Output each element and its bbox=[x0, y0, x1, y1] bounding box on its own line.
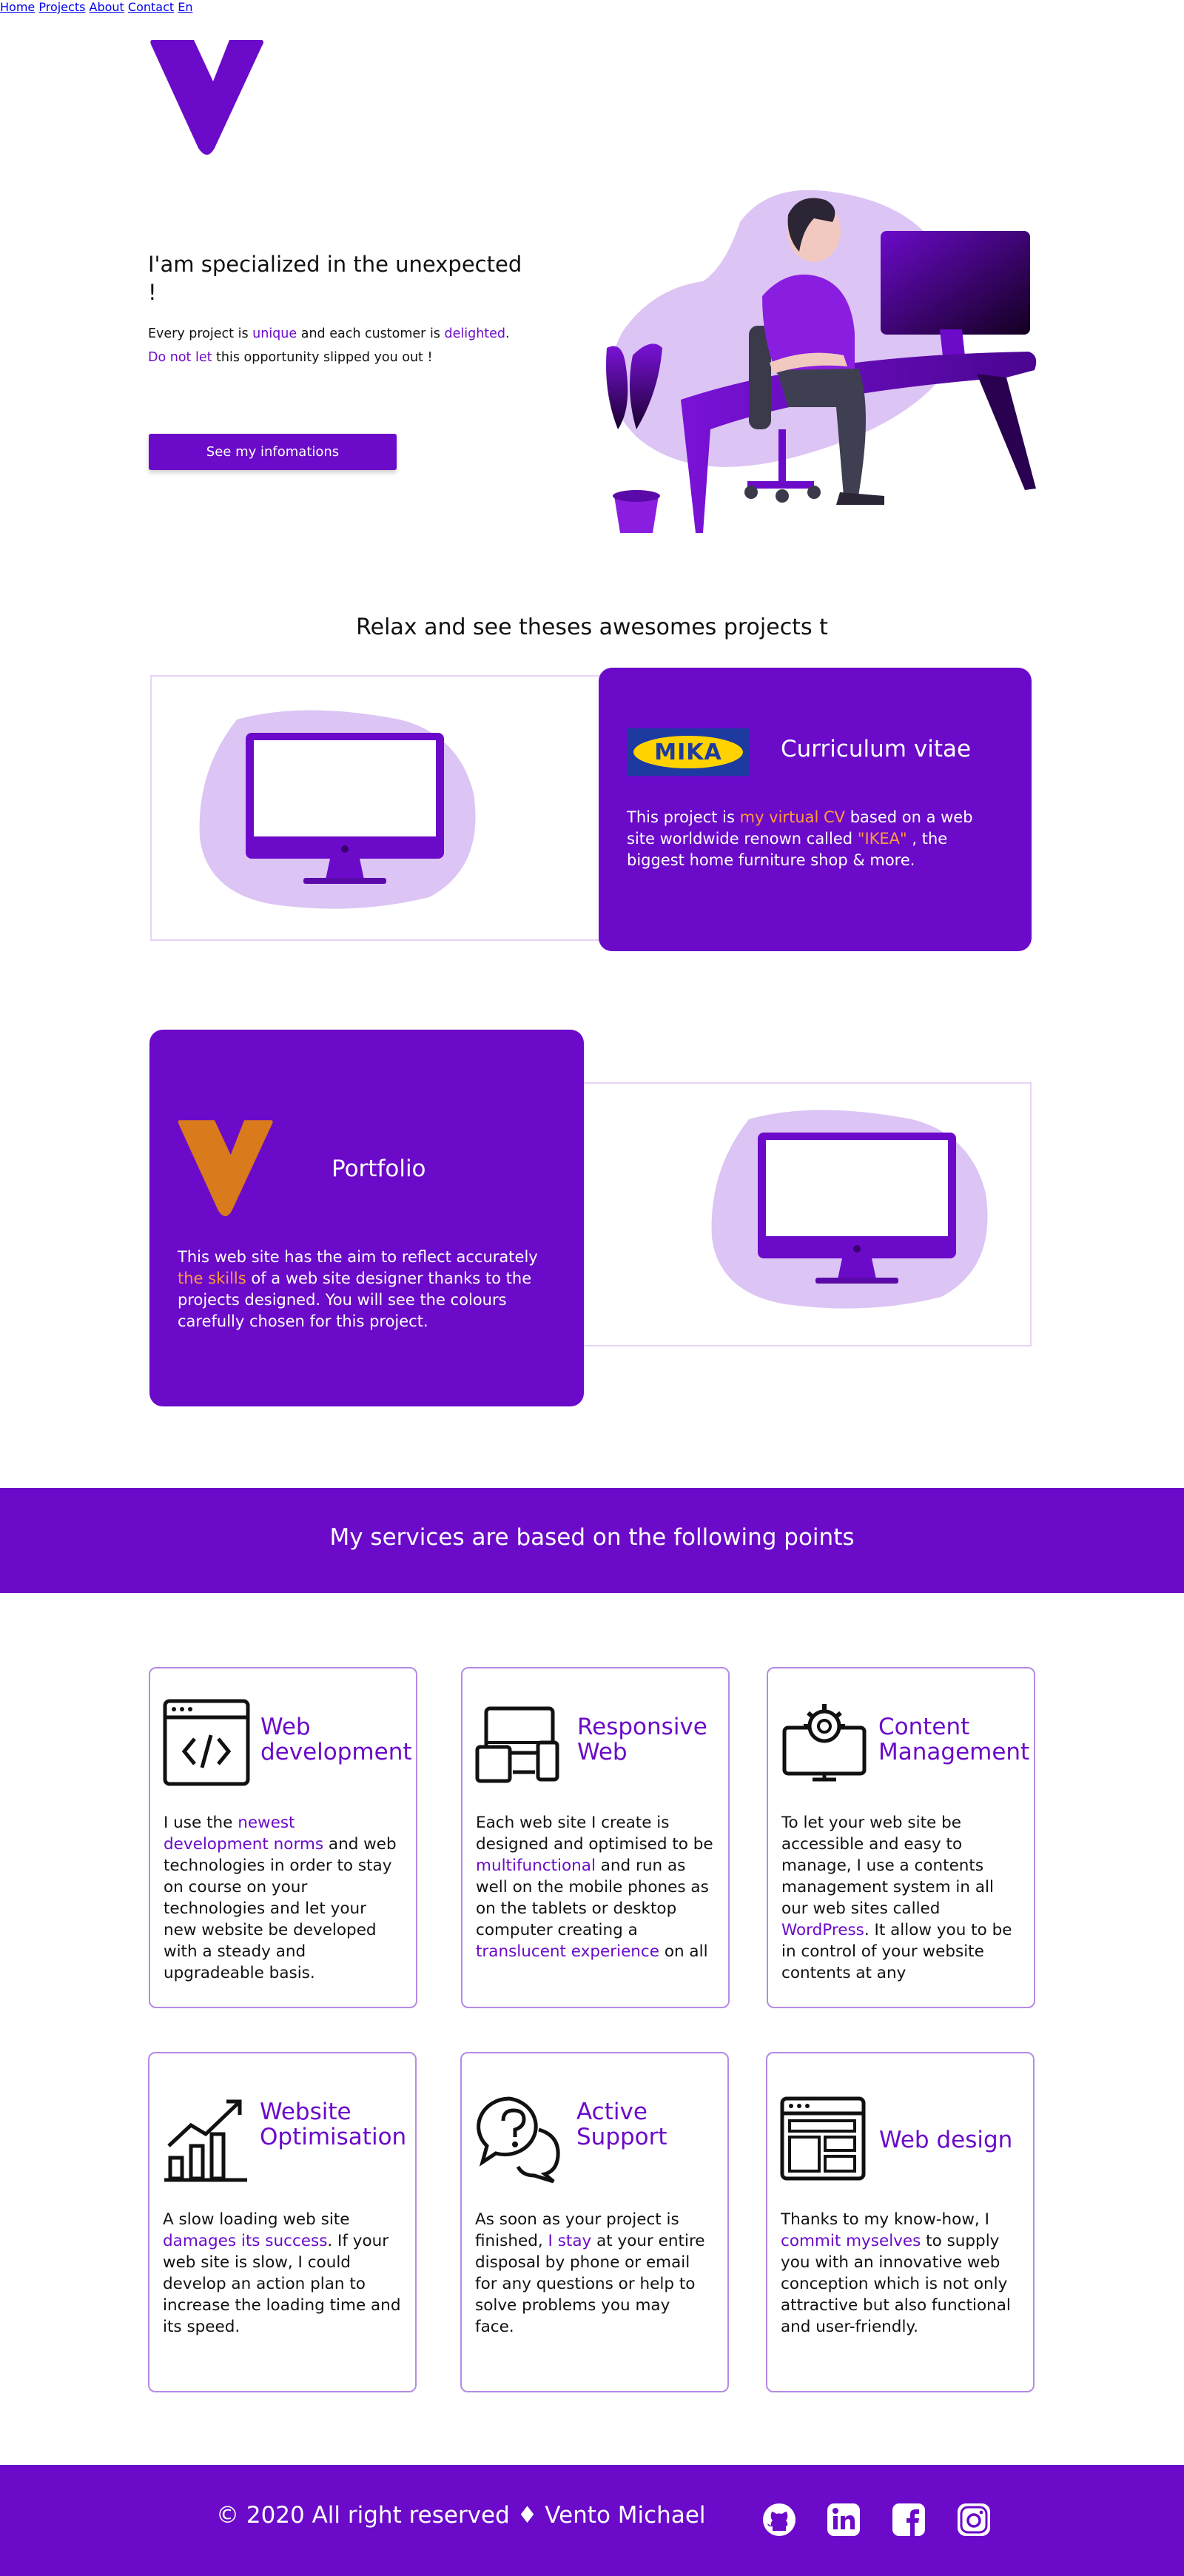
hero-text: Every project is unique and each custome… bbox=[148, 326, 510, 365]
service-title: Responsive Web bbox=[577, 1714, 707, 1765]
logo[interactable] bbox=[148, 37, 266, 159]
linkedin-icon[interactable] bbox=[827, 2503, 861, 2537]
service-title: Website Optimisation bbox=[260, 2099, 407, 2150]
facebook-icon[interactable] bbox=[892, 2503, 926, 2537]
chat-question-icon bbox=[474, 2094, 562, 2184]
portfolio-title: Portfolio bbox=[332, 1155, 426, 1182]
service-card-web-development: Web development I use the newest develop… bbox=[149, 1667, 417, 2008]
portfolio-project-card[interactable]: Portfolio This web site has the aim to r… bbox=[149, 1030, 584, 1406]
service-title: Content Management bbox=[878, 1714, 1030, 1765]
v-logo-orange bbox=[176, 1117, 275, 1221]
layout-window-icon bbox=[779, 2094, 868, 2183]
nav-projects[interactable]: Projects bbox=[38, 0, 85, 14]
service-text: I use the newest development norms and w… bbox=[164, 1814, 397, 1982]
cv-title: Curriculum vitae bbox=[781, 736, 972, 762]
see-info-button[interactable]: See my infomations bbox=[149, 434, 397, 470]
service-title: Web design bbox=[879, 2127, 1013, 2153]
nav-language[interactable]: En bbox=[178, 0, 192, 14]
service-title: Web development bbox=[260, 1714, 412, 1765]
hero-illustration bbox=[592, 185, 1043, 540]
service-text: To let your web site be accessible and e… bbox=[781, 1814, 1012, 1982]
cv-project-card[interactable]: MIKA Curriculum vitae This project is my… bbox=[599, 668, 1032, 951]
nav-home[interactable]: Home bbox=[0, 0, 35, 14]
service-text: Each web site I create is designed and o… bbox=[476, 1814, 713, 1961]
portfolio-description: This web site has the aim to reflect acc… bbox=[178, 1248, 538, 1330]
service-card-content-management: Content Management To let your web site … bbox=[767, 1667, 1035, 2008]
mika-badge-label: MIKA bbox=[654, 739, 722, 765]
service-card-responsive-web: Responsive Web Each web site I create is… bbox=[461, 1667, 730, 2008]
mika-badge: MIKA bbox=[627, 728, 750, 776]
copyright-text: © 2020 All right reserved ♦ Vento Michae… bbox=[216, 2502, 706, 2529]
instagram-icon[interactable] bbox=[957, 2503, 991, 2537]
monitor-illustration bbox=[199, 710, 476, 909]
cv-preview-frame[interactable] bbox=[150, 675, 603, 941]
nav-contact[interactable]: Contact bbox=[128, 0, 174, 14]
service-card-active-support: Active Support As soon as your project i… bbox=[460, 2052, 729, 2392]
github-icon[interactable] bbox=[762, 2503, 796, 2537]
main-nav: Home Projects About Contact En bbox=[0, 0, 1184, 14]
service-text: Thanks to my know-how, I commit myselves… bbox=[781, 2210, 1011, 2336]
hero-title: I'am specialized in the unexpected ! bbox=[148, 252, 522, 305]
monitor-gear-icon bbox=[780, 1698, 869, 1787]
services-title: My services are based on the following p… bbox=[329, 1524, 855, 1551]
service-text: A slow loading web site damages its succ… bbox=[163, 2210, 401, 2336]
growth-chart-icon bbox=[161, 2094, 250, 2183]
service-card-web-design: Web design Thanks to my know-how, I comm… bbox=[766, 2052, 1035, 2392]
monitor-illustration bbox=[711, 1110, 988, 1309]
service-title: Active Support bbox=[576, 2099, 667, 2150]
portfolio-preview-frame[interactable] bbox=[577, 1082, 1032, 1346]
service-text: As soon as your project is finished, I s… bbox=[475, 2210, 705, 2336]
code-window-icon bbox=[162, 1698, 251, 1787]
cv-description: This project is my virtual CV based on a… bbox=[627, 808, 973, 869]
nav-about[interactable]: About bbox=[90, 0, 124, 14]
service-card-website-optimisation: Website Optimisation A slow loading web … bbox=[148, 2052, 417, 2392]
devices-icon bbox=[474, 1698, 563, 1787]
projects-title: Relax and see theses awesomes projects t bbox=[356, 614, 828, 640]
